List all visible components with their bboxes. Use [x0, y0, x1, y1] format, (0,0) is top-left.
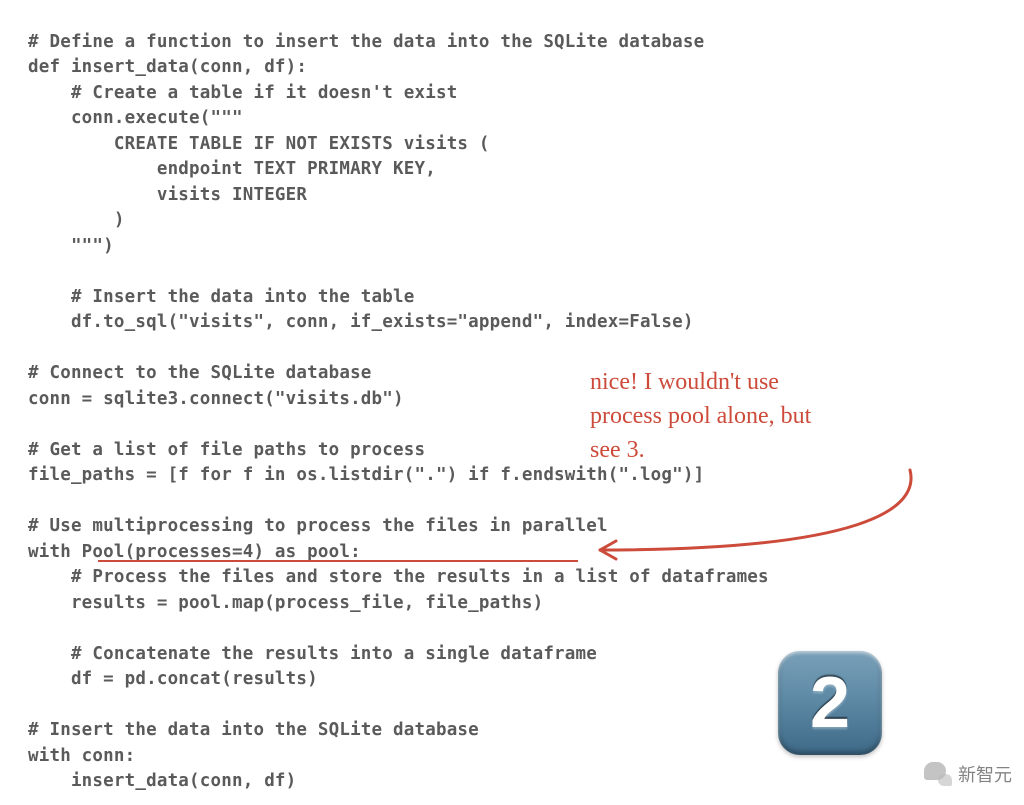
code-line: results = pool.map(process_file, file_pa…	[28, 593, 543, 613]
code-line: # Insert the data into the SQLite databa…	[28, 720, 479, 740]
code-line: conn.execute("""	[28, 108, 243, 128]
badge-number: 2	[810, 662, 850, 744]
code-line: endpoint TEXT PRIMARY KEY,	[28, 159, 436, 179]
page-number-badge: 2	[778, 651, 882, 755]
code-line: # Connect to the SQLite database	[28, 363, 372, 383]
code-line: # Process the files and store the result…	[28, 567, 769, 587]
code-line: )	[28, 210, 125, 230]
code-line: # Concatenate the results into a single …	[28, 644, 597, 664]
annotation-underline	[98, 560, 578, 562]
handwritten-annotation: nice! I wouldn't use process pool alone,…	[590, 365, 811, 467]
watermark: 新智元	[924, 761, 1012, 787]
code-line: insert_data(conn, df)	[28, 771, 296, 791]
watermark-text: 新智元	[958, 761, 1012, 787]
code-line: visits INTEGER	[28, 185, 307, 205]
code-line: with Pool(processes=4) as pool:	[28, 542, 361, 562]
code-line: df = pd.concat(results)	[28, 669, 318, 689]
code-line: with conn:	[28, 746, 135, 766]
code-line: def insert_data(conn, df):	[28, 57, 307, 77]
code-line: conn = sqlite3.connect("visits.db")	[28, 389, 404, 409]
code-line: # Use multiprocessing to process the fil…	[28, 516, 608, 536]
code-line: file_paths = [f for f in os.listdir(".")…	[28, 465, 704, 485]
code-line: # Insert the data into the table	[28, 287, 415, 307]
annotation-line: see 3.	[590, 433, 811, 467]
code-line: """)	[28, 236, 114, 256]
code-line: df.to_sql("visits", conn, if_exists="app…	[28, 312, 694, 332]
annotation-line: nice! I wouldn't use	[590, 365, 811, 399]
code-line: # Define a function to insert the data i…	[28, 32, 704, 52]
code-line: # Get a list of file paths to process	[28, 440, 425, 460]
code-line: # Create a table if it doesn't exist	[28, 83, 457, 103]
annotation-line: process pool alone, but	[590, 399, 811, 433]
code-line: CREATE TABLE IF NOT EXISTS visits (	[28, 134, 490, 154]
wechat-icon	[924, 762, 952, 786]
